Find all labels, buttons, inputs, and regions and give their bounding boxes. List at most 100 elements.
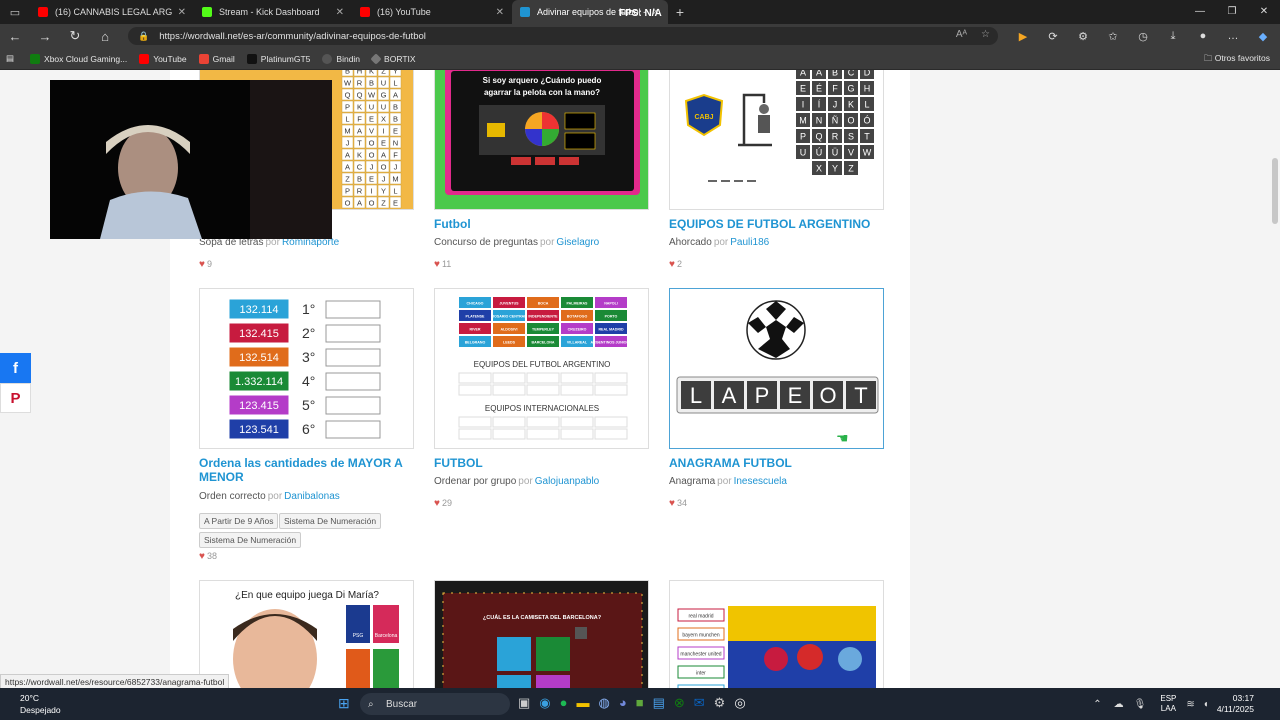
language-indicator[interactable]: ESP LAA xyxy=(1160,694,1176,714)
steam-icon[interactable]: ◍ xyxy=(599,695,610,711)
outlook-icon[interactable]: ✉ xyxy=(694,695,705,711)
bookmark-bindin[interactable]: Bindin xyxy=(322,53,360,64)
wordsearch-letter: A xyxy=(357,199,362,208)
taskbar-search[interactable]: ⌕ Buscar xyxy=(360,693,510,715)
card-thumbnail-dimaria[interactable]: ¿En que equipo juega Di María? PSG Barce… xyxy=(199,580,414,688)
tab-kick-dashboard[interactable]: Stream - Kick Dashboard ✕ xyxy=(194,0,352,24)
file-explorer-icon[interactable]: ▬ xyxy=(577,695,590,711)
tabs-sidebar-icon[interactable]: ▤ xyxy=(6,53,14,64)
extension-icon[interactable]: ⟳ xyxy=(1038,30,1068,43)
weather-widget[interactable]: 20°C Despejado xyxy=(20,692,61,716)
mic-icon[interactable]: 🎙 xyxy=(1134,699,1147,710)
new-tab-button[interactable]: + xyxy=(668,4,692,20)
card-thumbnail-shirt[interactable]: ¿CUÁL ES LA CAMISETA DEL BARCELONA? xyxy=(434,580,649,688)
lock-icon[interactable]: 🔒 xyxy=(138,31,149,42)
card-title[interactable]: Ordena las cantidades de MAYOR A MENOR xyxy=(199,456,403,484)
minecraft-icon[interactable]: ■ xyxy=(636,695,644,711)
other-favorites[interactable]: 🗀 Otros favoritos xyxy=(1204,53,1270,67)
workspaces-icon[interactable]: ▭ xyxy=(0,0,30,24)
extension-puzzle-icon[interactable]: ⚙ xyxy=(1068,30,1098,43)
settings-icon[interactable]: ⚙ xyxy=(714,695,726,711)
shirt-preview: ¿CUÁL ES LA CAMISETA DEL BARCELONA? xyxy=(435,581,648,688)
card-thumbnail-clubs[interactable]: real madrid bayern munchen manchester unit… xyxy=(669,580,884,688)
tag-numeracion-2[interactable]: Sistema De Numeración xyxy=(199,532,302,548)
obs-icon[interactable]: ◎ xyxy=(734,695,745,711)
wifi-icon[interactable]: ≋ xyxy=(1186,699,1194,710)
close-icon[interactable]: ✕ xyxy=(496,7,504,18)
order-position: 4° xyxy=(302,373,315,389)
forward-icon[interactable]: → xyxy=(30,29,60,44)
back-icon[interactable]: ← xyxy=(0,29,30,44)
bookmark-gmail[interactable]: Gmail xyxy=(198,53,235,64)
card-thumbnail-groupsort[interactable]: CHICAGO JUVENTUS BOCA PALMEIRAS NAPOLI PLATEN… xyxy=(434,288,649,449)
bookmark-bortix[interactable]: BORTIX xyxy=(370,52,416,65)
author-link[interactable]: Galojuanpablo xyxy=(535,476,600,487)
group-item-label: ARGENTINOS JUNIORS xyxy=(591,341,633,345)
card-thumbnail-anagram[interactable]: LAPEOT xyxy=(669,288,884,449)
heart-icon[interactable]: ♥ xyxy=(669,259,675,270)
anagram-letter: O xyxy=(819,383,836,408)
card-thumbnail-quiz[interactable]: Si soy arquero ¿Cuándo puedo agarrar la … xyxy=(434,70,649,210)
author-link[interactable]: Danibalonas xyxy=(284,491,340,502)
tag-age[interactable]: A Partir De 9 Años xyxy=(199,513,279,529)
heart-icon[interactable]: ♥ xyxy=(434,259,440,270)
bookmark-xbox[interactable]: Xbox Cloud Gaming... xyxy=(30,53,127,64)
onedrive-icon[interactable]: ☁ xyxy=(1114,699,1124,710)
home-icon[interactable]: ⌂ xyxy=(90,29,120,44)
wordsearch-letter: J xyxy=(382,175,386,184)
card-title[interactable]: ANAGRAMA FUTBOL xyxy=(669,456,792,470)
hangman-key-letter: S xyxy=(848,132,854,142)
bookmark-platinum[interactable]: PlatinumGT5 xyxy=(246,53,310,64)
profile-avatar-icon[interactable]: ● xyxy=(1188,30,1218,42)
close-window-icon[interactable]: ✕ xyxy=(1248,0,1280,24)
author-link[interactable]: Inesescuela xyxy=(734,476,787,487)
start-icon[interactable]: ⊞ xyxy=(338,695,350,712)
url-text[interactable]: https://wordwall.net/es-ar/community/adi… xyxy=(159,31,426,42)
tray-chevron-icon[interactable]: ⌃ xyxy=(1093,699,1101,710)
scrollbar-thumb[interactable] xyxy=(1272,158,1278,224)
favorite-star-icon[interactable]: ☆ xyxy=(981,29,990,40)
card-thumbnail-order[interactable]: 132.114 1° 132.415 2° 132.514 3° 1.332.114 4° 12… xyxy=(199,288,414,449)
youtube-icon xyxy=(38,7,48,17)
menu-icon[interactable]: … xyxy=(1218,30,1248,42)
card-title[interactable]: EQUIPOS DE FUTBOL ARGENTINO xyxy=(669,217,870,231)
author-link[interactable]: Giselagro xyxy=(556,237,599,248)
card-title[interactable]: FUTBOL xyxy=(434,456,483,470)
extension-play-icon[interactable]: ▶ xyxy=(1008,30,1038,43)
hangman-key-letter: Ú xyxy=(816,148,823,158)
heart-icon[interactable]: ♥ xyxy=(434,498,440,509)
tab-youtube-cannabis[interactable]: (16) CANNABIS LEGAL ARGENTIN ✕ xyxy=(30,0,194,24)
clock[interactable]: 03:17 4/11/2025 xyxy=(1217,693,1254,715)
volume-icon[interactable]: ◖ xyxy=(1203,699,1209,710)
history-icon[interactable]: ◷ xyxy=(1128,30,1158,43)
card-title[interactable]: Futbol xyxy=(434,217,471,231)
pinterest-share-button[interactable]: P xyxy=(0,383,31,413)
discord-icon[interactable]: ◕ xyxy=(619,695,627,711)
read-aloud-icon[interactable]: Aᴬ xyxy=(956,29,967,40)
notepad-icon[interactable]: ▤ xyxy=(653,695,665,711)
tab-youtube[interactable]: (16) YouTube ✕ xyxy=(352,0,512,24)
minimize-icon[interactable]: — xyxy=(1184,0,1216,24)
address-bar[interactable]: 🔒 https://wordwall.net/es-ar/community/a… xyxy=(128,27,998,45)
downloads-icon[interactable]: ⤓ xyxy=(1158,30,1188,43)
close-icon[interactable]: ✕ xyxy=(336,7,344,18)
card-thumbnail-hangman[interactable]: CABJ AÁBCDEÉFGHIÍJKLMNÑOÓPQRSTUÚÜVWXYZ xyxy=(669,70,884,210)
heart-icon[interactable]: ♥ xyxy=(199,551,205,562)
close-icon[interactable]: ✕ xyxy=(178,7,186,18)
taskview-icon[interactable]: ▣ xyxy=(518,695,530,711)
restore-icon[interactable]: ❐ xyxy=(1216,0,1248,24)
edge-icon[interactable]: ◉ xyxy=(539,695,550,711)
tag-numeracion[interactable]: Sistema De Numeración xyxy=(279,513,382,529)
heart-icon[interactable]: ♥ xyxy=(669,498,675,509)
xbox-icon[interactable]: ⊗ xyxy=(674,695,685,711)
refresh-icon[interactable]: ↻ xyxy=(60,28,90,44)
author-link[interactable]: Pauli186 xyxy=(730,237,769,248)
webcam-feed xyxy=(50,80,332,239)
favorites-icon[interactable]: ✩ xyxy=(1098,30,1128,43)
bookmark-youtube[interactable]: YouTube xyxy=(139,53,187,64)
facebook-share-button[interactable]: f xyxy=(0,353,31,383)
spotify-icon[interactable]: ● xyxy=(560,695,568,711)
heart-icon[interactable]: ♥ xyxy=(199,259,205,270)
page-scrollbar[interactable] xyxy=(1270,70,1280,688)
copilot-icon[interactable]: ◆ xyxy=(1248,30,1278,43)
